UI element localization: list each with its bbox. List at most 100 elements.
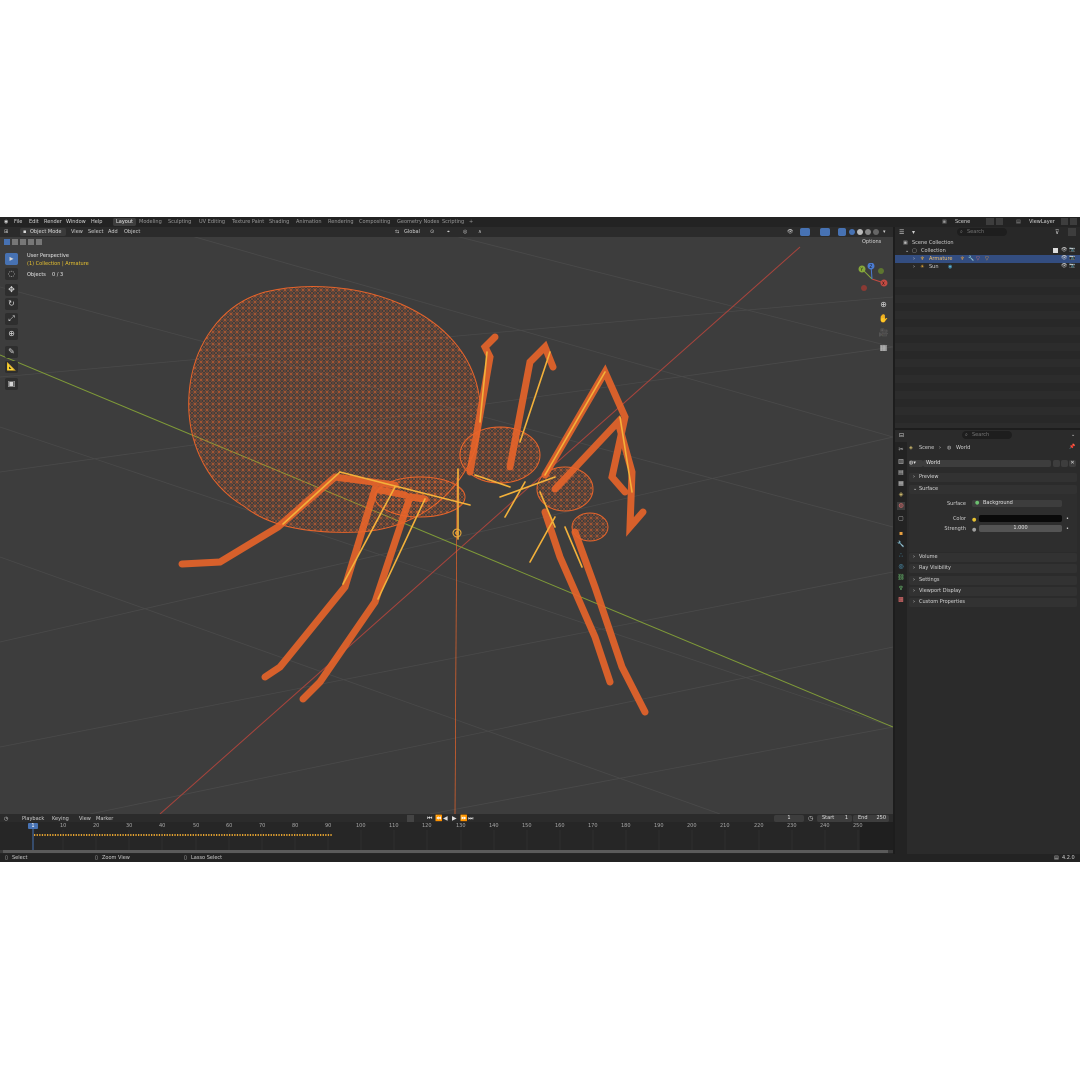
play-icon[interactable]: ▶ [452,815,457,822]
editor-type-icon[interactable]: ⊞ [4,229,8,235]
armature-expand-icon[interactable]: › [913,256,915,262]
breadcrumb-world[interactable]: World [956,445,970,451]
pan-hand-icon[interactable]: ✋ [878,313,889,324]
armature-visibility-icon[interactable]: 👁 [1061,255,1067,261]
proportional-edit-icon[interactable]: ◎ [463,229,467,235]
outliner-row-armature[interactable]: › ♆ Armature ♆ 🔧 ▽ ▽ 👁 📷 [895,255,1080,263]
collection-tab-icon[interactable]: ▢ [897,515,905,523]
collection-render-icon[interactable]: 📷 [1069,247,1075,253]
surface-shader-field[interactable]: ● Background [972,500,1062,507]
armature-render-icon[interactable]: 📷 [1069,255,1075,261]
outliner-row-scene-collection[interactable]: ▣ Scene Collection [895,239,1080,247]
selection-mode-buttons[interactable] [4,239,44,245]
visibility-icon[interactable]: 👁 [787,229,793,235]
panel-ray-visibility[interactable]: › Ray Visibility [909,564,1077,573]
transform-tool-icon[interactable]: ⊕ [5,328,18,340]
tab-layout[interactable]: Layout [113,218,136,226]
rotate-tool-icon[interactable]: ↻ [5,298,18,310]
panel-preview[interactable]: › Preview [909,473,1077,482]
tab-modeling[interactable]: Modeling [136,218,165,226]
shading-options-icon[interactable]: ▾ [883,229,886,235]
world-fake-user-button[interactable] [1053,460,1060,467]
prev-key-icon[interactable]: ⏪ [435,815,442,822]
outliner-search-field[interactable]: ⌕ Search [957,228,1007,236]
scene-tab-icon[interactable]: ◈ [897,491,905,499]
navigation-gizmo[interactable]: X Y Z [856,263,888,295]
move-tool-icon[interactable]: ✥ [5,284,18,296]
world-name-field[interactable]: World [923,460,1051,467]
world-duplicate-button[interactable] [1061,460,1068,467]
strength-field[interactable]: 1.000 [979,525,1062,532]
menu-render[interactable]: Render [44,219,62,225]
menu-help[interactable]: Help [91,219,102,225]
auto-keying-button[interactable] [407,815,414,822]
physics-tab-icon[interactable]: ◎ [897,563,905,571]
timeline-area[interactable]: 1 10 20 30 40 50 60 70 80 90 100 110 120… [0,822,893,854]
xray-toggle-button[interactable] [838,228,846,236]
tab-scripting[interactable]: Scripting [439,218,467,226]
shading-rendered-button[interactable] [873,229,879,235]
tab-shading[interactable]: Shading [266,218,292,226]
texture-tab-icon[interactable]: ▩ [897,596,905,604]
gizmo-neg-y[interactable] [878,268,884,274]
panel-custom-properties[interactable]: › Custom Properties [909,598,1077,607]
view-layer-tab-icon[interactable]: ▦ [897,480,905,488]
camera-view-icon[interactable]: 🎥 [878,327,889,338]
scene-new-button[interactable] [986,218,994,225]
render-tab-icon[interactable]: ▥ [897,458,905,466]
end-frame-field[interactable]: End 250 [853,815,889,822]
annotate-tool-icon[interactable]: ✎ [5,346,18,358]
shading-wireframe-button[interactable] [849,229,855,235]
properties-editor-icon[interactable]: ⊟ [899,432,904,439]
perspective-grid-icon[interactable]: ▦ [878,342,889,353]
tab-uv-editing[interactable]: UV Editing [196,218,228,226]
add-cube-tool-icon[interactable]: ▣ [5,378,18,390]
play-reverse-icon[interactable]: ◀ [443,815,448,822]
cursor-tool-icon[interactable]: ◌ [5,268,18,280]
world-browse-icon[interactable]: ◍▾ [909,460,923,467]
shading-material-button[interactable] [865,229,871,235]
outliner-display-mode-icon[interactable]: ▾ [912,229,915,236]
select-intersect-icon[interactable] [36,239,42,245]
view-layer-new-button[interactable] [1061,218,1068,225]
color-swatch[interactable] [979,515,1062,522]
filter-icon[interactable]: ⊽ [1055,229,1059,236]
snap-icon[interactable]: ⌖ [447,229,450,235]
select-new-icon[interactable] [4,239,10,245]
breadcrumb-scene[interactable]: Scene [919,445,934,451]
tab-compositing[interactable]: Compositing [356,218,393,226]
measure-tool-icon[interactable]: 📐 [5,361,18,373]
start-frame-field[interactable]: Start 1 [817,815,852,822]
zoom-icon[interactable]: ⊕ [878,299,889,310]
view-layer-close-button[interactable] [1070,218,1077,225]
add-workspace-button[interactable]: + [466,218,476,226]
next-key-icon[interactable]: ⏩ [460,815,467,822]
select-subtract-icon[interactable] [20,239,26,245]
outliner-row-sun[interactable]: › ☀ Sun ◉ 👁 📷 [895,263,1080,271]
world-tab-icon[interactable]: ◍ [897,502,905,510]
mode-selector[interactable]: ▪ Object Mode [20,228,66,236]
constraints-tab-icon[interactable]: ⛓ [897,574,905,582]
clock-icon[interactable]: ◷ [808,815,813,822]
color-keyframe-icon[interactable]: • [1066,516,1069,522]
collection-visibility-icon[interactable]: 👁 [1061,247,1067,253]
scale-tool-icon[interactable]: ⤢ [5,313,18,325]
sun-expand-icon[interactable]: › [913,264,915,270]
transform-orientation-selector[interactable]: Global [404,229,420,235]
current-frame-field[interactable]: 1 [774,815,804,822]
props-options-icon[interactable]: ⌄ [1071,432,1075,438]
tab-sculpting[interactable]: Sculpting [165,218,194,226]
collection-checkbox[interactable] [1053,248,1058,253]
outliner-row-collection[interactable]: ⌄ ▢ Collection 👁 📷 [895,247,1080,255]
collection-expand-icon[interactable]: ⌄ [905,248,909,254]
viewport-menu-add[interactable]: Add [108,229,118,235]
tab-geometry-nodes[interactable]: Geometry Nodes [394,218,442,226]
particles-tab-icon[interactable]: ∴ [897,552,905,560]
panel-viewport-display[interactable]: › Viewport Display [909,587,1077,596]
new-collection-button[interactable] [1068,228,1076,236]
tool-tab-icon[interactable]: ✂ [897,446,905,454]
select-box-tool-icon[interactable]: ▸ [5,253,18,265]
data-tab-icon[interactable]: ♆ [897,585,905,593]
sun-render-icon[interactable]: 📷 [1069,263,1075,269]
viewport-menu-view[interactable]: View [71,229,83,235]
